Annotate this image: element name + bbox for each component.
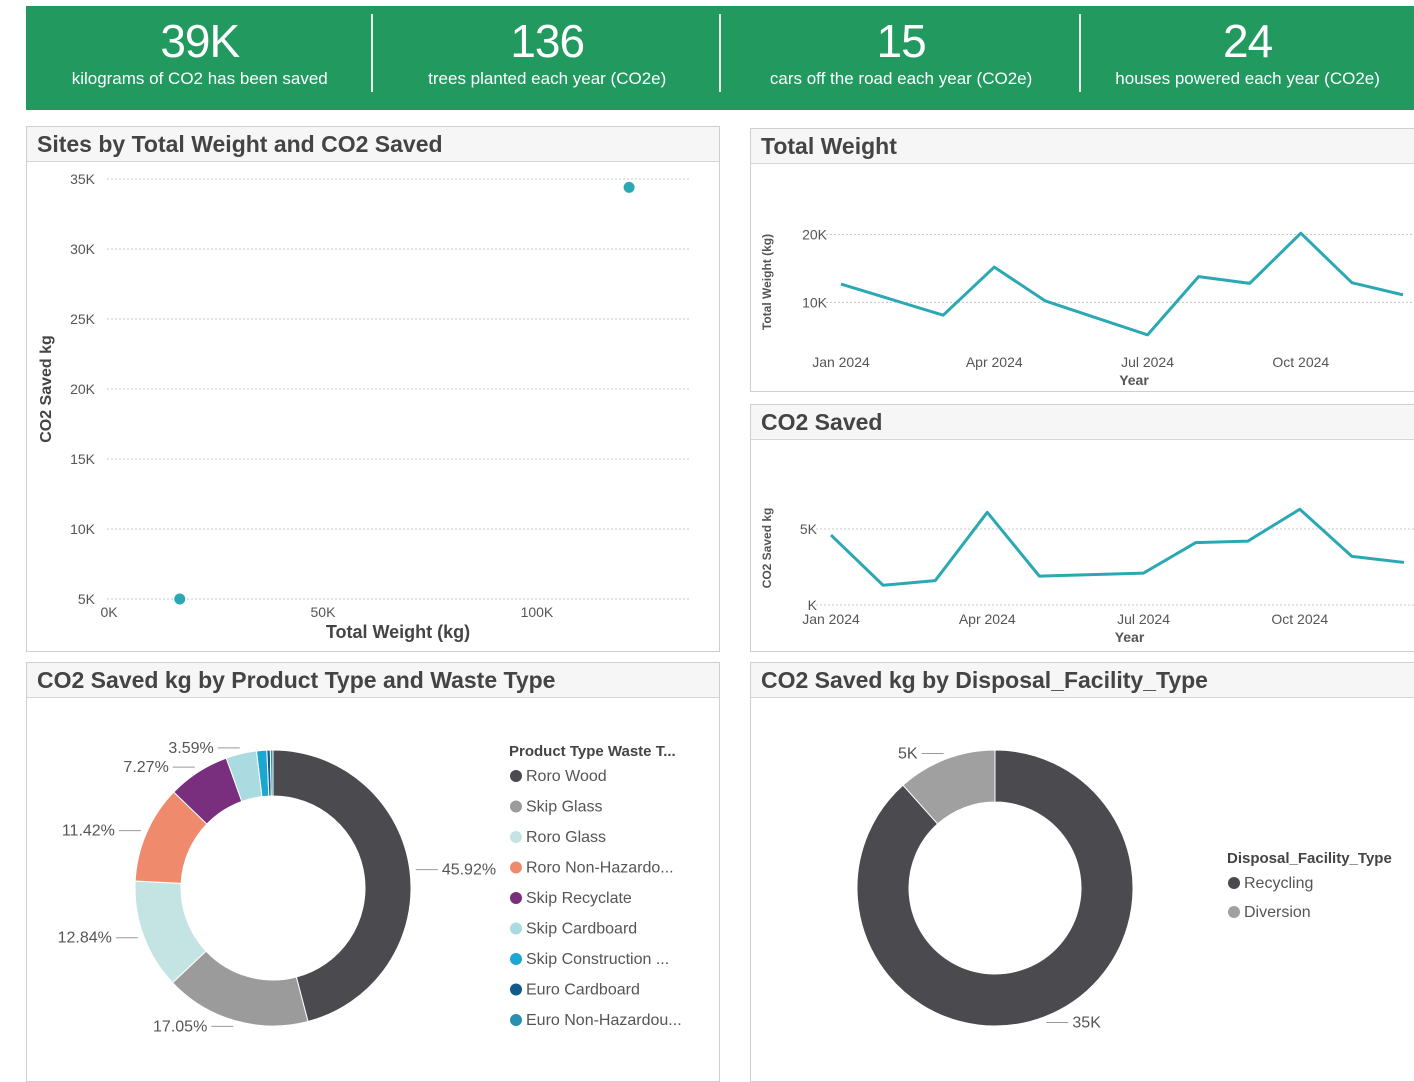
kpi-label: kilograms of CO2 has been saved xyxy=(71,69,328,88)
x-axis-title: Year xyxy=(1119,372,1149,388)
legend-title: Product Type Waste T... xyxy=(509,743,676,760)
legend-marker xyxy=(510,983,522,996)
scatter-point xyxy=(174,593,186,605)
facility-panel[interactable]: CO2 Saved kg by Disposal_Facility_Type 3… xyxy=(750,662,1414,1082)
product-panel[interactable]: CO2 Saved kg by Product Type and Waste T… xyxy=(26,662,720,1082)
x-tick-label: Jul 2024 xyxy=(1121,354,1174,370)
legend-label: Recycling xyxy=(1244,875,1313,892)
data-label: 11.42% xyxy=(62,823,115,840)
legend-label: Euro Cardboard xyxy=(526,982,640,999)
legend-marker xyxy=(510,1014,522,1026)
data-label: 35K xyxy=(1072,1015,1101,1032)
data-label: 45.92% xyxy=(442,862,496,879)
donut-slice xyxy=(269,749,274,797)
kpi-value: 39K xyxy=(160,15,240,67)
y-axis-title: CO2 Saved kg xyxy=(760,508,774,589)
y-tick-label: 25K xyxy=(70,311,96,327)
x-tick-label: Jan 2024 xyxy=(812,354,870,370)
kpi-value: 15 xyxy=(876,15,926,67)
data-label: 5K xyxy=(898,745,918,762)
scatter-chart: 5K 10K 15K 20K 25K 30K 35K 0K 50K 100K Total Weigh… xyxy=(38,171,689,642)
legend-label: Diversion xyxy=(1244,904,1311,921)
legend-title: Disposal_Facility_Type xyxy=(1227,850,1392,867)
x-tick-label: 50K xyxy=(311,604,337,620)
legend-marker xyxy=(510,770,522,782)
weight-panel[interactable]: Total Weight 10K 20K Jan 2024 Apr 2024 Jul 2… xyxy=(750,128,1414,392)
kpi-houses-powered[interactable]: 24 houses powered each year (CO2e) xyxy=(1081,6,1414,110)
scatter-point xyxy=(623,181,635,193)
legend-marker xyxy=(510,922,522,935)
kpi-value: 136 xyxy=(510,15,585,67)
legend-label: Roro Wood xyxy=(526,768,607,785)
y-axis-title: CO2 Saved kg xyxy=(38,335,55,443)
series-line xyxy=(840,231,1404,337)
x-tick-label: Jul 2024 xyxy=(1117,611,1170,627)
co2-line-chart: K5KJan 2024 Apr 2024 Jul 2024 Oct 2024YearC… xyxy=(760,507,1414,645)
legend-marker xyxy=(510,831,522,843)
x-axis-title: Total Weight (kg) xyxy=(326,622,470,642)
kpi-trees-planted[interactable]: 136 trees planted each year (CO2e) xyxy=(373,6,721,110)
legend-label: Skip Cardboard xyxy=(526,921,637,938)
kpi-banner: 39K kilograms of CO2 has been saved 136 … xyxy=(26,6,1414,110)
y-tick-label: 35K xyxy=(70,171,96,187)
kpi-label: trees planted each year (CO2e) xyxy=(428,69,667,88)
legend-label: Skip Recyclate xyxy=(526,890,632,907)
x-tick-label: Oct 2024 xyxy=(1272,354,1329,370)
product-donut-chart: 45.92% 17.05% 12.84% 11.42% 7.27%3.59% Produc… xyxy=(58,740,682,1036)
x-tick-label: 0K xyxy=(100,604,118,620)
y-tick-label: 5K xyxy=(800,521,818,537)
y-tick-label: 10K xyxy=(802,294,828,310)
data-label: 12.84% xyxy=(58,930,112,947)
x-tick-label: Apr 2024 xyxy=(966,354,1023,370)
facility-donut-chart: 35K 5K Disposal_Facility_Type Recycling Dive… xyxy=(856,745,1392,1032)
kpi-label: houses powered each year (CO2e) xyxy=(1115,69,1380,88)
kpi-label: cars off the road each year (CO2e) xyxy=(769,69,1033,88)
x-tick-label: 100K xyxy=(521,604,554,620)
y-tick-label: 15K xyxy=(70,451,96,467)
legend-marker xyxy=(510,861,522,874)
x-tick-label: Oct 2024 xyxy=(1271,611,1328,627)
data-label: 7.27% xyxy=(123,759,168,776)
x-axis-title: Year xyxy=(1115,629,1145,645)
legend-label: Roro Glass xyxy=(526,829,606,846)
series-line xyxy=(829,507,1405,587)
y-axis-title: Total Weight (kg) xyxy=(760,234,774,330)
kpi-cars-off-road[interactable]: 15 cars off the road each year (CO2e) xyxy=(721,6,1082,110)
y-tick-label: 20K xyxy=(802,227,828,243)
legend-label: Roro Non-Hazardo... xyxy=(526,860,674,877)
legend-marker xyxy=(510,892,522,904)
legend-marker xyxy=(510,800,522,813)
y-tick-label: 10K xyxy=(70,521,96,537)
legend-label: Skip Glass xyxy=(526,799,602,816)
co2-panel[interactable]: CO2 Saved K 5K Jan 2024 Apr 2024 Jul 2024 Oct… xyxy=(750,404,1414,652)
legend-marker xyxy=(1228,877,1240,889)
weight-line-chart: 10K 20K Jan 2024 Apr 2024 Jul 2024 Oct 2024 Ye… xyxy=(760,227,1414,388)
scatter-panel[interactable]: Sites by Total Weight and CO2 Saved 5K 10… xyxy=(26,126,720,652)
kpi-value: 24 xyxy=(1223,15,1273,67)
legend-marker xyxy=(510,953,522,965)
y-tick-label: 5K xyxy=(78,591,96,607)
x-tick-label: Apr 2024 xyxy=(959,611,1016,627)
legend-label: Euro Non-Hazardou... xyxy=(526,1012,682,1029)
data-label: 3.59% xyxy=(168,740,213,757)
legend-label: Skip Construction ... xyxy=(526,951,669,968)
y-tick-label: 20K xyxy=(70,381,96,397)
data-label: 17.05% xyxy=(153,1018,207,1035)
x-tick-label: Jan 2024 xyxy=(802,611,860,627)
legend-marker xyxy=(1228,906,1240,918)
kpi-co2-saved[interactable]: 39K kilograms of CO2 has been saved xyxy=(26,6,374,110)
y-tick-label: 30K xyxy=(70,241,96,257)
